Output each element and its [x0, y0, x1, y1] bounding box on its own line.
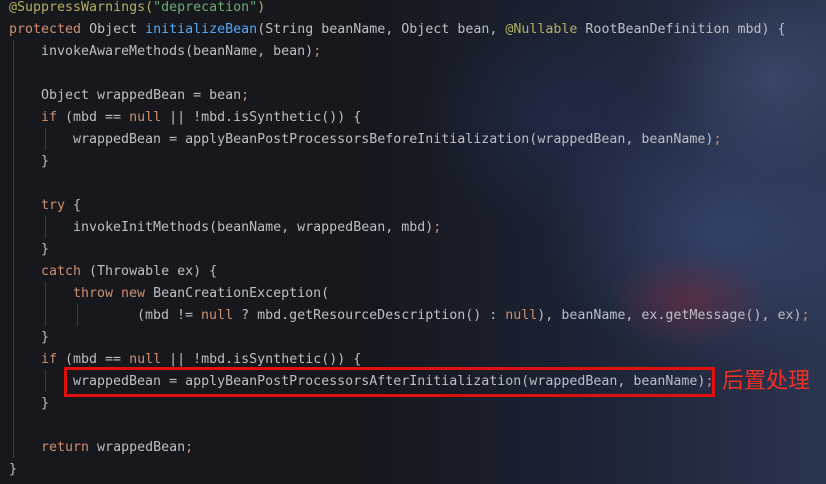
indent-guide — [45, 128, 46, 150]
code-line[interactable]: } — [41, 239, 49, 261]
code-token: ; — [433, 220, 442, 235]
code-token: } — [41, 242, 50, 257]
code-token: || !mbd.isSynthetic()) { — [161, 110, 362, 125]
code-token: if — [41, 110, 58, 125]
code-token: ? mbd.getResourceDescription() : — [233, 308, 506, 323]
indent-guide — [13, 40, 14, 458]
code-line[interactable]: try { — [41, 195, 81, 217]
code-token: (Throwable ex) { — [81, 264, 218, 279]
code-token: } — [41, 154, 50, 169]
indent-guide — [77, 304, 78, 326]
code-token: (mbd == — [57, 110, 130, 125]
code-token: catch — [41, 264, 82, 279]
code-token: ; — [801, 308, 810, 323]
code-token: { — [65, 198, 82, 213]
code-token: null — [129, 352, 162, 367]
code-token: Object — [81, 22, 146, 37]
code-token: "deprecation" — [153, 0, 258, 15]
code-token: invokeInitMethods(beanName, wrappedBean,… — [73, 220, 434, 235]
code-line[interactable]: protected Object initializeBean(String b… — [9, 19, 786, 41]
code-token: (mbd == — [57, 352, 130, 367]
code-token: initializeBean — [145, 22, 258, 37]
code-token: if — [41, 352, 58, 367]
code-token: Object wrappedBean = bean — [41, 88, 242, 103]
code-token: RootBeanDefinition mbd) { — [577, 22, 786, 37]
code-token: ; — [313, 44, 322, 59]
code-token: ; — [713, 132, 722, 147]
code-line[interactable]: } — [41, 151, 49, 173]
code-line[interactable]: Object wrappedBean = bean; — [41, 85, 249, 107]
code-token: wrappedBean = applyBeanPostProcessorsBef… — [73, 132, 714, 147]
code-token: null — [505, 308, 538, 323]
code-token: @SuppressWarnings( — [9, 0, 154, 15]
code-token: BeanCreationException( — [145, 286, 330, 301]
code-line[interactable]: if (mbd == null || !mbd.isSynthetic()) { — [41, 107, 361, 129]
code-line[interactable]: } — [9, 459, 17, 481]
code-token: (String beanName, Object bean, — [257, 22, 506, 37]
code-token: protected — [9, 22, 82, 37]
code-token: ; — [185, 440, 194, 455]
code-token: (mbd != — [137, 308, 202, 323]
code-token: wrappedBean — [89, 440, 186, 455]
code-token: try — [41, 198, 66, 213]
code-line[interactable]: } — [41, 327, 49, 349]
code-line[interactable]: return wrappedBean; — [41, 437, 193, 459]
indent-guide — [45, 282, 46, 326]
code-token: @Nullable — [505, 22, 578, 37]
code-editor[interactable]: @SuppressWarnings("deprecation") protecte… — [0, 0, 826, 484]
code-token: null — [201, 308, 234, 323]
code-line[interactable]: (mbd != null ? mbd.getResourceDescriptio… — [137, 305, 810, 327]
code-token: return — [41, 440, 90, 455]
code-token: ) — [257, 0, 266, 15]
code-line[interactable]: catch (Throwable ex) { — [41, 261, 217, 283]
indent-guide — [45, 216, 46, 238]
code-token: } — [41, 330, 50, 345]
code-line[interactable]: @SuppressWarnings("deprecation") — [9, 0, 265, 19]
code-line[interactable]: throw new BeanCreationException( — [73, 283, 329, 305]
highlight-box — [64, 367, 715, 397]
code-token: ), beanName, ex.getMessage(), ex) — [537, 308, 802, 323]
code-token: || !mbd.isSynthetic()) { — [161, 352, 362, 367]
code-token: throw new — [73, 286, 146, 301]
code-token: } — [9, 462, 18, 477]
code-line[interactable]: } — [41, 393, 49, 415]
code-line[interactable]: invokeAwareMethods(beanName, bean); — [41, 41, 321, 63]
code-token: null — [129, 110, 162, 125]
code-line[interactable]: wrappedBean = applyBeanPostProcessorsBef… — [73, 129, 721, 151]
code-token: invokeAwareMethods(beanName, bean) — [41, 44, 314, 59]
code-token: ; — [241, 88, 250, 103]
code-line[interactable]: invokeInitMethods(beanName, wrappedBean,… — [73, 217, 441, 239]
annotation-note: 后置处理 — [722, 369, 811, 394]
indent-guide — [45, 370, 46, 392]
code-token: } — [41, 396, 50, 411]
